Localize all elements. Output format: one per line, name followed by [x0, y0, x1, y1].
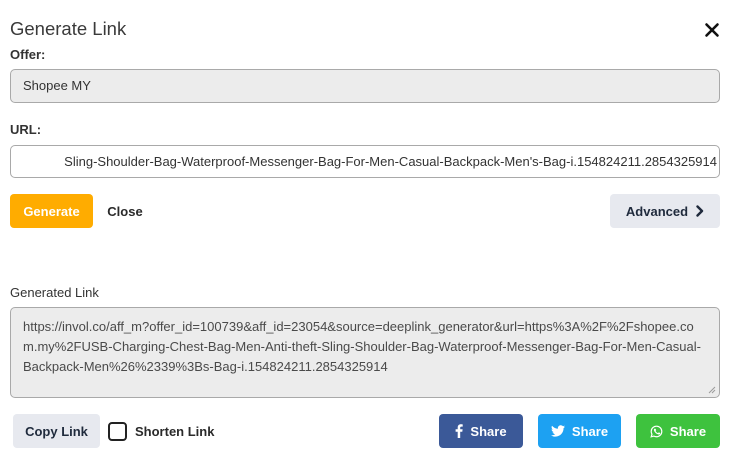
share-twitter-button[interactable]: Share — [538, 414, 621, 448]
advanced-button-label: Advanced — [625, 203, 689, 219]
whatsapp-icon — [650, 425, 663, 438]
generate-button[interactable]: Generate — [10, 194, 93, 228]
shorten-link-label[interactable]: Shorten Link — [135, 424, 214, 439]
advanced-button[interactable]: Advanced — [610, 194, 720, 228]
copy-link-button[interactable]: Copy Link — [13, 414, 100, 448]
share-whatsapp-button[interactable]: Share — [636, 414, 720, 448]
generated-link-textarea[interactable]: https://invol.co/aff_m?offer_id=100739&a… — [10, 307, 720, 398]
twitter-icon — [550, 425, 565, 437]
dialog-title: Generate Link — [10, 18, 127, 39]
close-icon[interactable] — [703, 21, 721, 39]
facebook-icon — [455, 424, 464, 438]
url-label: URL: — [10, 122, 42, 137]
generated-link-label: Generated Link — [10, 285, 99, 300]
share-facebook-label: Share — [470, 423, 507, 439]
share-facebook-button[interactable]: Share — [439, 414, 523, 448]
close-button[interactable]: Close — [100, 194, 150, 228]
generated-link-text: https://invol.co/aff_m?offer_id=100739&a… — [23, 319, 701, 374]
share-whatsapp-label: Share — [669, 423, 707, 439]
offer-label: Offer: — [10, 47, 46, 62]
url-input[interactable] — [10, 145, 720, 178]
offer-field: Shopee MY — [10, 69, 720, 103]
chevron-right-icon — [696, 205, 704, 217]
share-twitter-label: Share — [571, 423, 609, 439]
resize-grip-icon[interactable] — [708, 386, 716, 394]
shorten-link-checkbox[interactable] — [108, 422, 127, 441]
